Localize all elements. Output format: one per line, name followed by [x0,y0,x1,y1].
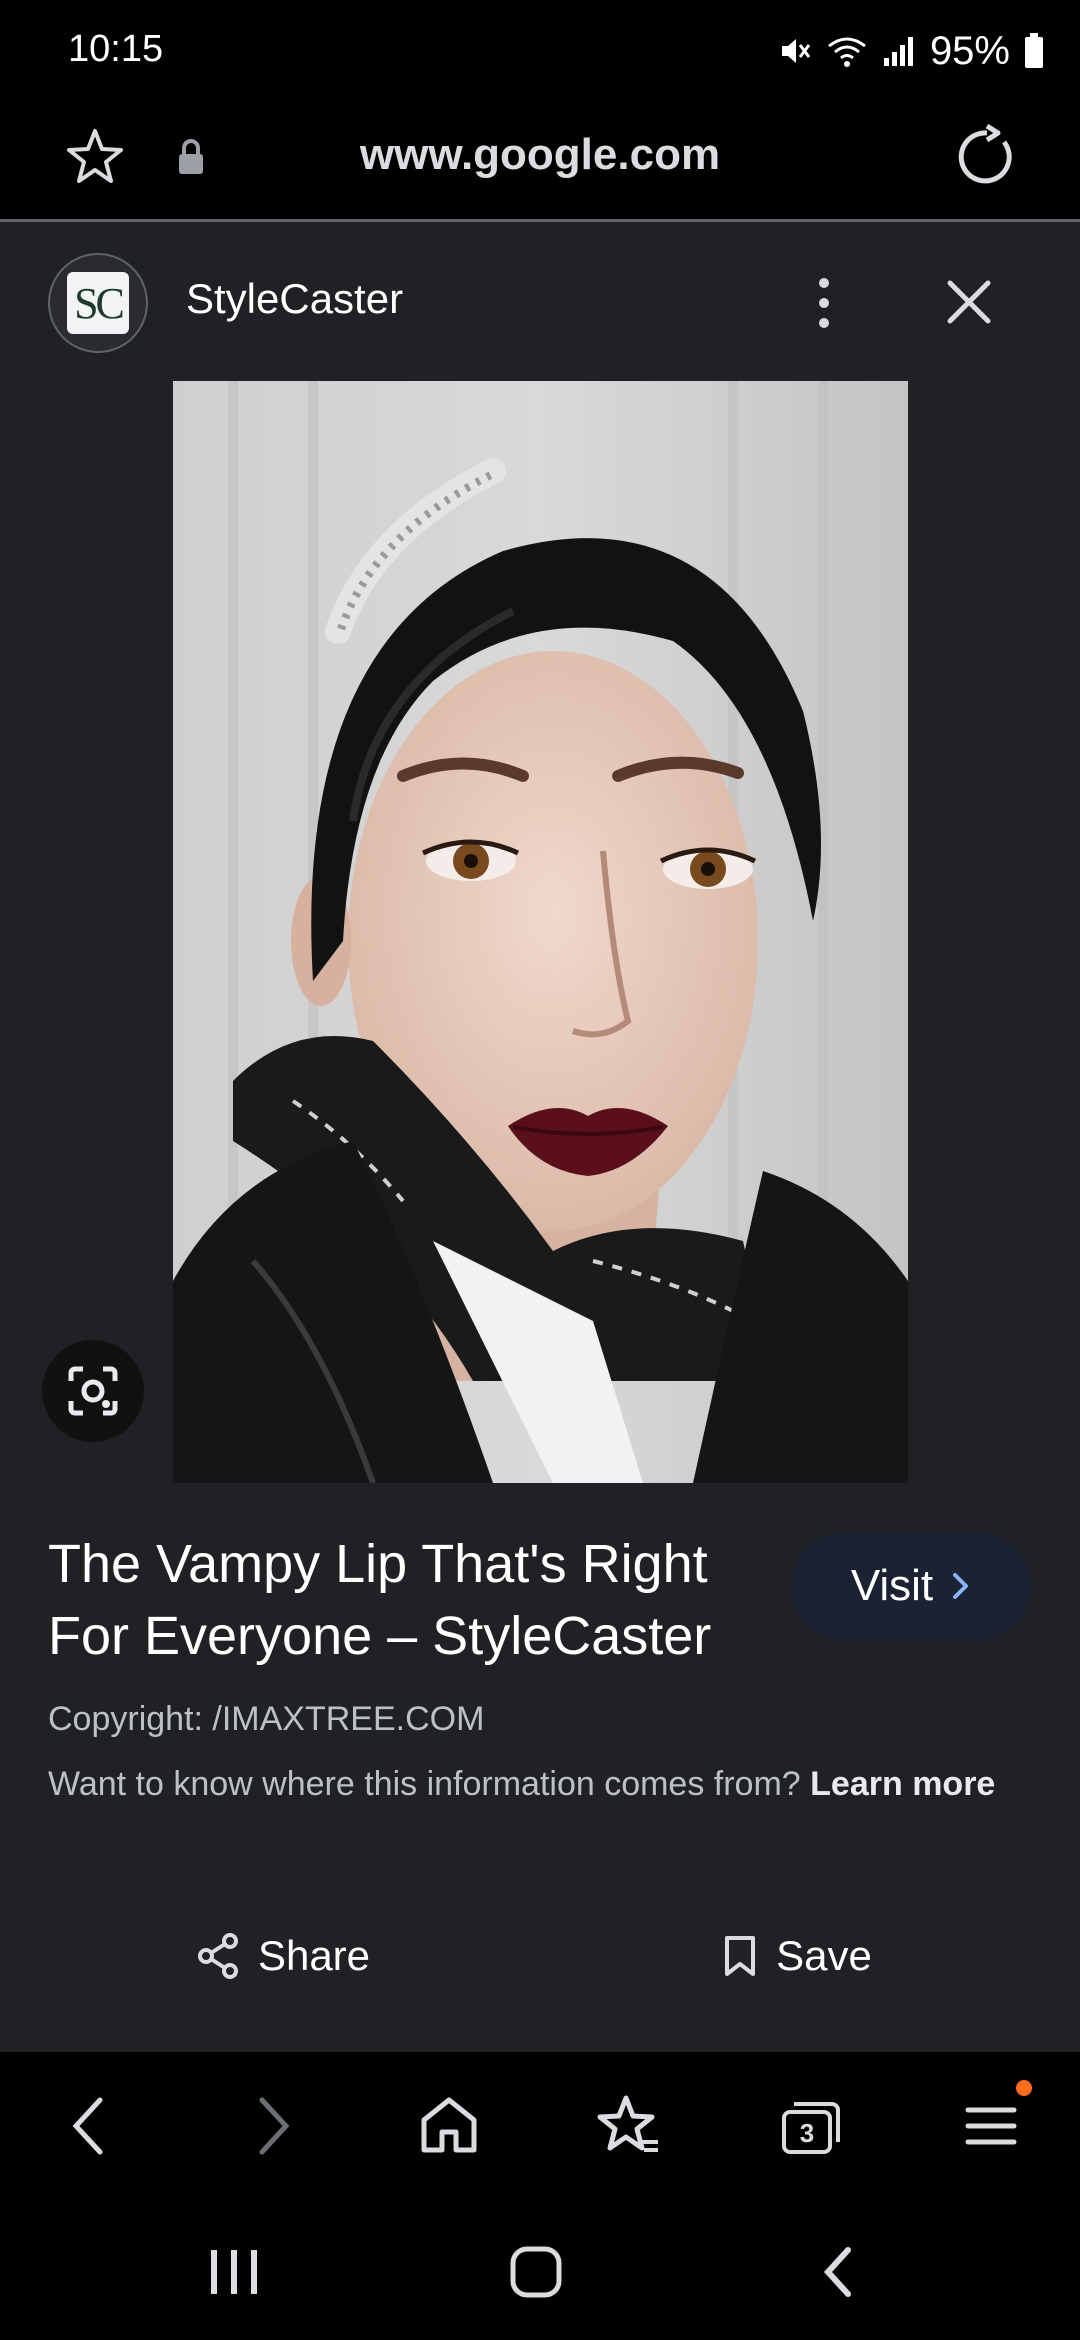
status-time: 10:15 [68,28,164,70]
battery-icon [1025,33,1043,68]
visit-button[interactable]: Visit [791,1532,1031,1640]
system-home-icon[interactable] [508,2244,564,2300]
recent-apps-icon[interactable] [206,2246,262,2298]
system-back-icon[interactable] [818,2246,858,2298]
menu-notification-badge [1016,2080,1032,2096]
learn-more-link[interactable]: Learn more [810,1765,995,1803]
back-arrow-icon[interactable] [64,2090,112,2162]
forward-arrow-icon[interactable] [250,2090,298,2162]
tabs-count: 3 [799,2118,815,2148]
url-bar: www.google.com [0,104,1080,222]
panel-header: SC StyleCaster [0,225,1080,375]
copyright-text: Copyright: /IMAXTREE.COM [48,1700,485,1738]
source-logo[interactable]: SC [48,253,148,353]
close-icon[interactable] [944,277,994,327]
share-button[interactable]: Share [48,1904,518,2008]
save-label: Save [776,1932,872,1979]
wifi-icon [828,37,866,67]
battery-percentage: 95% [929,28,1010,73]
menu-icon[interactable] [964,2090,1018,2162]
more-options-icon[interactable] [806,273,842,333]
system-nav-bar [0,2202,1080,2340]
save-button[interactable]: Save [562,1904,1032,2008]
url-address[interactable]: www.google.com [0,130,1080,180]
info-text: Want to know where this information come… [48,1760,1008,1808]
source-logo-mark: SC [67,272,129,334]
signal-icon [883,37,913,66]
share-label: Share [257,1932,371,1979]
share-icon [197,1933,238,1979]
status-icons: 95% [778,26,1044,76]
lens-icon [68,1366,118,1416]
portrait-illustration [173,381,908,1483]
tabs-button[interactable]: 3 [780,2090,842,2162]
visit-label: Visit [850,1561,934,1610]
status-bar: 10:15 95% [0,0,1080,104]
reload-icon[interactable] [954,124,1020,190]
mute-icon [781,39,811,63]
result-image[interactable] [173,381,908,1483]
source-name[interactable]: StyleCaster [186,275,403,323]
browser-bottom-nav: 3 [0,2052,1080,2202]
result-title[interactable]: The Vampy Lip That's Right For Everyone … [48,1528,768,1672]
chevron-right-icon [953,1573,969,1599]
bookmark-icon [725,1936,756,1976]
lens-search-button[interactable] [42,1340,144,1442]
bookmarks-icon[interactable] [596,2090,662,2162]
home-icon[interactable] [418,2090,480,2162]
info-question: Want to know where this information come… [48,1765,801,1803]
